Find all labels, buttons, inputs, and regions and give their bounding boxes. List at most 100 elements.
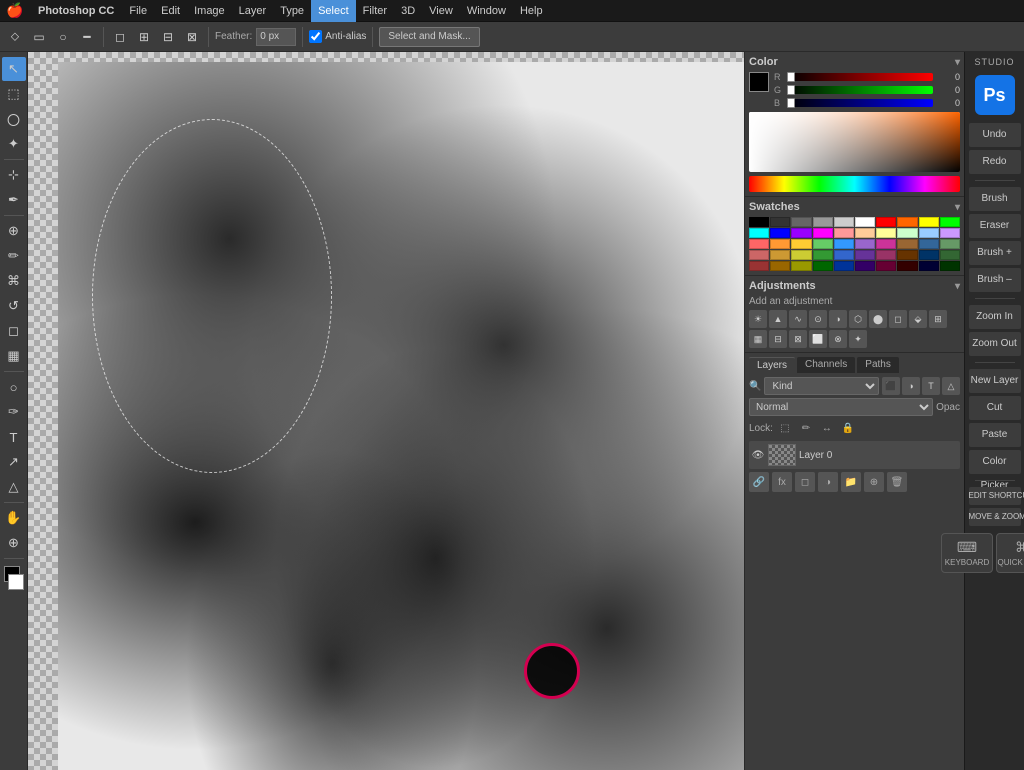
- add-selection-icon[interactable]: ⊞: [134, 27, 154, 47]
- lock-pixels-icon[interactable]: ✏: [797, 419, 815, 437]
- swatch-2[interactable]: [791, 217, 811, 227]
- adj-curves[interactable]: ∿: [789, 310, 807, 328]
- kind-filter-select[interactable]: Kind: [764, 377, 879, 395]
- adj-hue[interactable]: ◑: [829, 310, 847, 328]
- swatch-31[interactable]: [770, 250, 790, 260]
- selection-ellipse-icon[interactable]: ○: [53, 27, 73, 47]
- swatch-44[interactable]: [834, 261, 854, 271]
- adj-bw[interactable]: ◻: [889, 310, 907, 328]
- adj-photo-filter[interactable]: ⬙: [909, 310, 927, 328]
- swatch-23[interactable]: [813, 239, 833, 249]
- color-picker-gradient[interactable]: [749, 112, 960, 172]
- adj-selective[interactable]: ⊟: [769, 330, 787, 348]
- tool-magic-wand[interactable]: ✦: [2, 132, 26, 156]
- swatch-0[interactable]: [749, 217, 769, 227]
- swatch-9[interactable]: [940, 217, 960, 227]
- tool-zoom[interactable]: ⊕: [2, 531, 26, 555]
- adj-gradient[interactable]: ▦: [749, 330, 767, 348]
- keyboard-button[interactable]: ⌨ KEYBOARD: [941, 533, 993, 573]
- canvas-image[interactable]: [58, 62, 744, 770]
- b-slider[interactable]: [787, 99, 933, 107]
- tab-layers[interactable]: Layers: [749, 357, 795, 373]
- swatch-13[interactable]: [813, 228, 833, 238]
- tool-pen[interactable]: ✑: [2, 400, 26, 424]
- swatches-panel-collapse[interactable]: ▾: [955, 202, 960, 213]
- feather-input[interactable]: [256, 28, 296, 46]
- add-link-icon[interactable]: 🔗: [749, 472, 769, 492]
- tool-path-selection[interactable]: ↗: [2, 450, 26, 474]
- anti-alias-checkbox[interactable]: [309, 30, 322, 43]
- paste-button[interactable]: Paste: [969, 423, 1021, 447]
- lock-position-icon[interactable]: ↔: [818, 419, 836, 437]
- swatch-42[interactable]: [791, 261, 811, 271]
- swatch-30[interactable]: [749, 250, 769, 260]
- zoom-in-button[interactable]: Zoom In: [969, 305, 1021, 329]
- subtract-selection-icon[interactable]: ⊟: [158, 27, 178, 47]
- filter-adj-icon[interactable]: ◑: [902, 377, 920, 395]
- new-adjustment-icon[interactable]: ◑: [818, 472, 838, 492]
- swatch-40[interactable]: [749, 261, 769, 271]
- swatch-24[interactable]: [834, 239, 854, 249]
- menu-edit[interactable]: Edit: [154, 0, 187, 22]
- tab-paths[interactable]: Paths: [857, 357, 899, 373]
- select-and-mask-button[interactable]: Select and Mask...: [379, 27, 479, 47]
- layer-item[interactable]: 👁 Layer 0: [749, 441, 960, 469]
- menu-select[interactable]: Select: [311, 0, 356, 22]
- swatch-41[interactable]: [770, 261, 790, 271]
- color-swatches[interactable]: [2, 566, 26, 590]
- swatch-49[interactable]: [940, 261, 960, 271]
- swatch-8[interactable]: [919, 217, 939, 227]
- swatch-12[interactable]: [791, 228, 811, 238]
- swatch-7[interactable]: [897, 217, 917, 227]
- intersect-selection-icon[interactable]: ⊠: [182, 27, 202, 47]
- menu-image[interactable]: Image: [187, 0, 232, 22]
- r-slider[interactable]: [787, 73, 933, 81]
- tool-dodge[interactable]: ○: [2, 375, 26, 399]
- adj-color-balance[interactable]: ⬤: [869, 310, 887, 328]
- new-layer-icon[interactable]: ⊕: [864, 472, 884, 492]
- tool-lasso[interactable]: 〇: [2, 107, 26, 131]
- swatch-21[interactable]: [770, 239, 790, 249]
- adj-saturation[interactable]: ⬡: [849, 310, 867, 328]
- move-zoom-button[interactable]: MOVE & ZOOM >: [969, 508, 1021, 526]
- menu-file[interactable]: File: [122, 0, 154, 22]
- swatch-36[interactable]: [876, 250, 896, 260]
- swatch-38[interactable]: [919, 250, 939, 260]
- adj-posterize[interactable]: ⬜: [809, 330, 827, 348]
- swatch-37[interactable]: [897, 250, 917, 260]
- eraser-button[interactable]: Eraser: [969, 214, 1021, 238]
- hue-spectrum[interactable]: [749, 176, 960, 192]
- new-group-icon[interactable]: 📁: [841, 472, 861, 492]
- swatch-46[interactable]: [876, 261, 896, 271]
- swatch-3[interactable]: [813, 217, 833, 227]
- adj-invert[interactable]: ⊗: [829, 330, 847, 348]
- tool-hand[interactable]: ✋: [2, 506, 26, 530]
- swatch-34[interactable]: [834, 250, 854, 260]
- swatch-6[interactable]: [876, 217, 896, 227]
- menu-3d[interactable]: 3D: [394, 0, 422, 22]
- tool-healing[interactable]: ⊕: [2, 219, 26, 243]
- adjustments-panel-collapse[interactable]: ▾: [955, 281, 960, 292]
- tool-move[interactable]: ↖: [2, 57, 26, 81]
- undo-button[interactable]: Undo: [969, 123, 1021, 147]
- swatch-10[interactable]: [749, 228, 769, 238]
- redo-button[interactable]: Redo: [969, 150, 1021, 174]
- swatch-35[interactable]: [855, 250, 875, 260]
- tool-eraser[interactable]: ◻: [2, 319, 26, 343]
- color-picker-button[interactable]: Color Picker: [969, 450, 1021, 474]
- brush-minus-button[interactable]: Brush –: [969, 268, 1021, 292]
- edit-shortcuts-button[interactable]: EDIT SHORTCUTS >: [969, 487, 1021, 505]
- menu-window[interactable]: Window: [460, 0, 513, 22]
- tool-selection[interactable]: ⬚: [2, 82, 26, 106]
- adj-threshold[interactable]: ⊠: [789, 330, 807, 348]
- g-slider[interactable]: [787, 86, 933, 94]
- swatch-4[interactable]: [834, 217, 854, 227]
- swatch-20[interactable]: [749, 239, 769, 249]
- adj-channel-mixer[interactable]: ⊞: [929, 310, 947, 328]
- fx-button[interactable]: fx: [772, 472, 792, 492]
- delete-layer-icon[interactable]: 🗑: [887, 472, 907, 492]
- adj-vibrance[interactable]: ✦: [849, 330, 867, 348]
- cut-button[interactable]: Cut: [969, 396, 1021, 420]
- swatch-25[interactable]: [855, 239, 875, 249]
- menu-type[interactable]: Type: [273, 0, 311, 22]
